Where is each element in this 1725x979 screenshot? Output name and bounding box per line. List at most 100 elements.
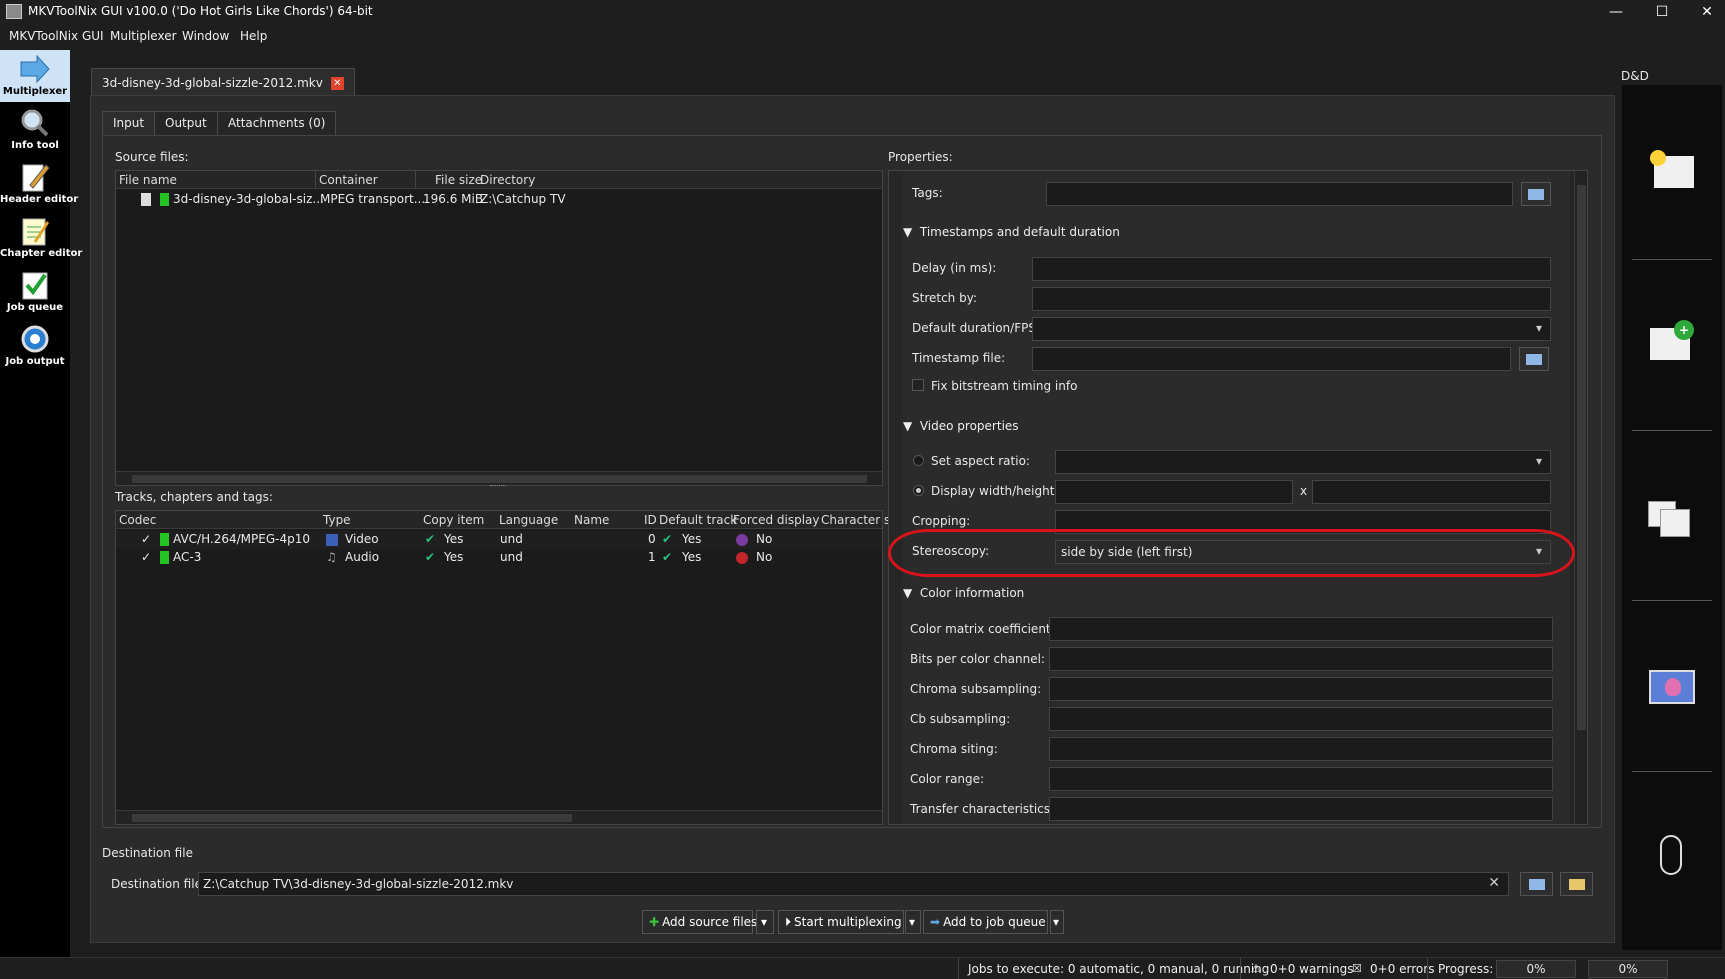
scrollbar-thumb[interactable] bbox=[132, 475, 867, 483]
cb-subsampling-input[interactable] bbox=[1049, 707, 1553, 731]
menu-help[interactable]: Help bbox=[240, 29, 267, 43]
video-section-toggle[interactable]: ▼ Video properties bbox=[903, 419, 1019, 433]
maximize-button[interactable]: ☐ bbox=[1639, 0, 1685, 23]
aspect-ratio-dropdown[interactable] bbox=[1055, 450, 1551, 474]
col-language[interactable]: Language bbox=[499, 513, 558, 527]
add-source-files-menu[interactable]: ▾ bbox=[756, 910, 774, 934]
vertical-scrollbar[interactable] bbox=[1574, 171, 1587, 824]
stretch-input[interactable] bbox=[1032, 287, 1551, 311]
table-row[interactable]: ✓ AC-3 ♫ Audio ✔ Yes und 1 ✔ Yes No bbox=[116, 549, 882, 567]
aspect-ratio-radio[interactable] bbox=[913, 455, 924, 466]
new-destination-button[interactable] bbox=[1560, 872, 1593, 896]
display-height-input[interactable] bbox=[1312, 480, 1551, 504]
drag-drop-panel: + bbox=[1622, 85, 1722, 950]
video-section-title: Video properties bbox=[919, 419, 1019, 433]
start-multiplexing-button[interactable]: ⏵ Start multiplexing bbox=[778, 910, 904, 934]
paperclip-icon[interactable] bbox=[1660, 835, 1682, 875]
minimize-button[interactable]: — bbox=[1593, 0, 1639, 23]
display-width-input[interactable] bbox=[1055, 480, 1293, 504]
tool-job-queue[interactable]: Job queue bbox=[0, 266, 70, 318]
source-files-list[interactable]: File name Container File size Directory … bbox=[115, 170, 883, 486]
col-file-size[interactable]: File size bbox=[435, 173, 482, 187]
col-id[interactable]: ID bbox=[644, 513, 657, 527]
menu-mkvtoolnix[interactable]: MKVToolNix GUI bbox=[9, 29, 104, 43]
delay-input[interactable] bbox=[1032, 257, 1551, 281]
tab-attachments[interactable]: Attachments (0) bbox=[217, 111, 337, 135]
tool-chapter-editor[interactable]: Chapter editor bbox=[0, 212, 82, 264]
destination-input[interactable]: Z:\Catchup TV\3d-disney-3d-global-sizzle… bbox=[198, 872, 1509, 896]
col-character-set[interactable]: Character s bbox=[821, 513, 890, 527]
image-attachment-drop-icon[interactable] bbox=[1649, 670, 1695, 704]
stretch-label: Stretch by: bbox=[912, 291, 977, 305]
start-multiplexing-menu[interactable]: ▾ bbox=[905, 910, 921, 934]
enabled-checkbox[interactable]: ✓ bbox=[141, 532, 151, 546]
folder-icon bbox=[1528, 878, 1545, 890]
source-files-header: File name Container File size Directory bbox=[116, 171, 882, 189]
color-matrix-input[interactable] bbox=[1049, 617, 1553, 641]
col-file-name[interactable]: File name bbox=[119, 173, 177, 187]
display-size-radio[interactable] bbox=[913, 485, 924, 496]
table-row[interactable]: ✓ AVC/H.264/MPEG-4p10 Video ✔ Yes und 0 … bbox=[116, 531, 882, 549]
col-directory[interactable]: Directory bbox=[480, 173, 535, 187]
tracks-list[interactable]: Codec Type Copy item Language Name ID De… bbox=[115, 510, 890, 825]
bits-per-channel-input[interactable] bbox=[1049, 647, 1553, 671]
aspect-ratio-label: Set aspect ratio: bbox=[931, 454, 1030, 468]
document-tab[interactable]: 3d-disney-3d-global-sizzle-2012.mkv ✕ bbox=[91, 68, 355, 95]
transfer-input[interactable] bbox=[1049, 797, 1553, 821]
splitter-handle[interactable] bbox=[490, 485, 506, 487]
clear-icon[interactable]: ✕ bbox=[1488, 875, 1500, 891]
tab-input[interactable]: Input bbox=[102, 111, 156, 135]
default-cell: Yes bbox=[682, 550, 702, 564]
col-copy-item[interactable]: Copy item bbox=[423, 513, 484, 527]
tags-input[interactable] bbox=[1046, 182, 1513, 206]
tool-job-output[interactable]: Job output bbox=[0, 320, 70, 372]
close-button[interactable]: ✕ bbox=[1684, 0, 1725, 23]
fix-bitstream-checkbox[interactable] bbox=[912, 379, 924, 391]
menu-multiplexer[interactable]: Multiplexer bbox=[110, 29, 177, 43]
table-row[interactable]: 3d-disney-3d-global-siz... MPEG transpor… bbox=[116, 191, 882, 209]
menu-bar: MKVToolNix GUI Multiplexer Window Help bbox=[0, 25, 1725, 49]
tool-sidebar: Multiplexer Info tool Header editor Chap… bbox=[0, 50, 82, 979]
horizontal-scrollbar[interactable] bbox=[116, 471, 882, 485]
append-file-drop-icon[interactable] bbox=[1648, 495, 1694, 537]
scrollbar-thumb[interactable] bbox=[1577, 185, 1586, 730]
color-section-toggle[interactable]: ▼ Color information bbox=[903, 586, 1024, 600]
chroma-subsampling-input[interactable] bbox=[1049, 677, 1553, 701]
source-files-label: Source files: bbox=[115, 150, 189, 164]
video-track-icon bbox=[326, 534, 338, 546]
col-default-track[interactable]: Default track bbox=[659, 513, 737, 527]
tool-info[interactable]: Info tool bbox=[0, 104, 70, 156]
add-source-files-button[interactable]: ✚ Add source files bbox=[642, 910, 757, 934]
col-type[interactable]: Type bbox=[323, 513, 351, 527]
timestamp-file-input[interactable] bbox=[1032, 347, 1511, 371]
divider bbox=[1632, 259, 1712, 260]
color-range-input[interactable] bbox=[1049, 767, 1553, 791]
close-tab-icon[interactable]: ✕ bbox=[330, 76, 344, 90]
col-forced-display[interactable]: Forced display bbox=[733, 513, 820, 527]
col-codec[interactable]: Codec bbox=[119, 513, 156, 527]
scrollbar-thumb[interactable] bbox=[132, 814, 572, 822]
add-file-drop-icon[interactable]: + bbox=[1650, 320, 1696, 360]
col-name[interactable]: Name bbox=[574, 513, 609, 527]
destination-value: Z:\Catchup TV\3d-disney-3d-global-sizzle… bbox=[203, 877, 514, 891]
add-to-job-queue-menu[interactable]: ▾ bbox=[1050, 910, 1064, 934]
tool-header-editor[interactable]: Header editor bbox=[0, 158, 78, 210]
browse-timestamp-button[interactable] bbox=[1519, 347, 1549, 371]
browse-destination-button[interactable] bbox=[1520, 872, 1553, 896]
errors-count[interactable]: 0+0 errors bbox=[1370, 962, 1434, 976]
tab-output[interactable]: Output bbox=[154, 111, 218, 135]
warnings-count[interactable]: 0+0 warnings bbox=[1270, 962, 1353, 976]
horizontal-scrollbar[interactable] bbox=[116, 810, 882, 824]
tool-multiplexer[interactable]: Multiplexer bbox=[0, 50, 70, 102]
enabled-checkbox[interactable]: ✓ bbox=[141, 550, 151, 564]
progress-value: 0% bbox=[1526, 962, 1546, 976]
default-duration-dropdown[interactable] bbox=[1032, 317, 1551, 341]
add-to-job-queue-button[interactable]: ➡ Add to job queue bbox=[923, 910, 1048, 934]
chroma-siting-input[interactable] bbox=[1049, 737, 1553, 761]
new-file-drop-icon[interactable] bbox=[1650, 150, 1694, 188]
check-icon: ✔ bbox=[425, 550, 436, 564]
col-container[interactable]: Container bbox=[319, 173, 378, 187]
menu-window[interactable]: Window bbox=[182, 29, 229, 43]
timestamps-section-toggle[interactable]: ▼ Timestamps and default duration bbox=[903, 225, 1120, 239]
browse-tags-button[interactable] bbox=[1521, 182, 1551, 206]
